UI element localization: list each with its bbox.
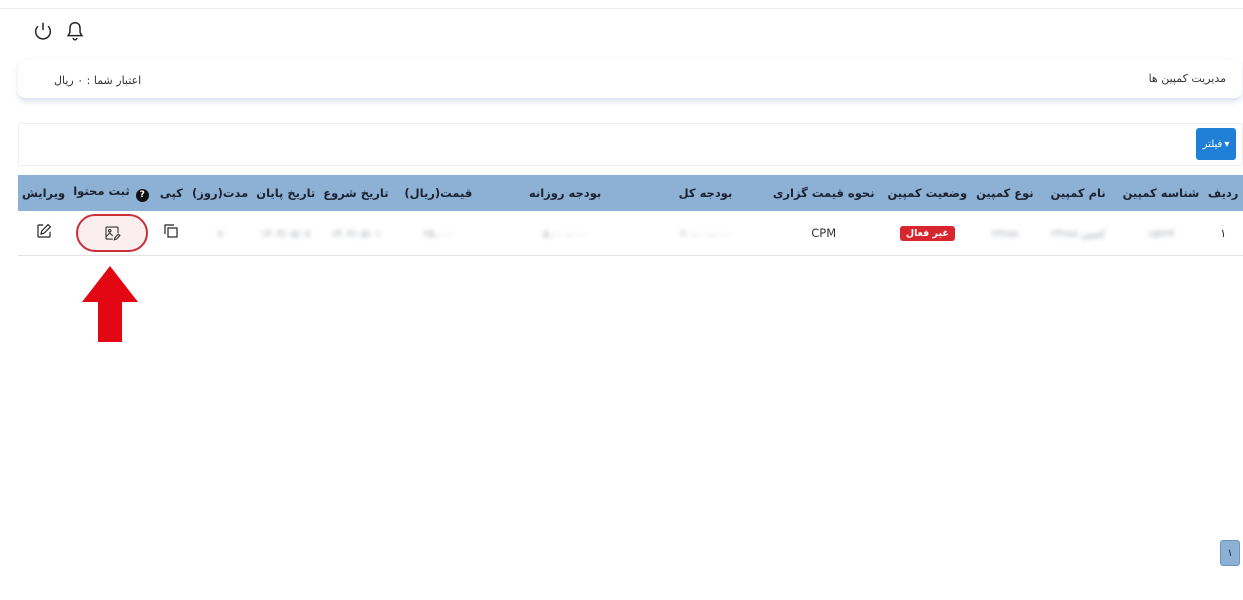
edit-icon[interactable]	[35, 222, 53, 240]
col-content: ? ثبت محتوا	[69, 175, 154, 211]
table-header-row: ردیف شناسه کمپین نام کمپین نوع کمپین وضع…	[18, 175, 1243, 211]
col-id: شناسه کمپین	[1122, 186, 1200, 200]
top-divider	[0, 8, 1243, 9]
credit-balance: اعتبار شما : ۰ ریال	[54, 74, 142, 87]
cell-type: ۲۳۶۸۸	[972, 211, 1038, 255]
cell-id-value: ۱۵۶۲۳	[1147, 228, 1175, 240]
col-duration: مدت(روز)	[192, 186, 249, 200]
filter-button[interactable]: فیلتر ▾	[1196, 128, 1236, 160]
image-edit-icon	[105, 226, 121, 241]
col-start-date: تاریخ شروع	[323, 186, 389, 200]
power-icon[interactable]	[32, 20, 54, 42]
cell-name-value: کمپین ۲۳۶۸۸	[1050, 228, 1106, 240]
cell-copy	[155, 211, 188, 255]
cell-duration: ۷	[188, 211, 252, 255]
col-pricing: نحوه قیمت گزاری	[772, 186, 875, 200]
page-title: مدیریت کمپین ها	[1148, 72, 1226, 85]
campaigns-table: ردیف شناسه کمپین نام کمپین نوع کمپین وضع…	[18, 175, 1243, 256]
cell-id: ۱۵۶۲۳	[1119, 211, 1204, 255]
cell-pricing: CPM	[811, 225, 837, 240]
cell-total-budget-value: ۲۰،۰۰۰،۰۰۰	[680, 228, 731, 240]
col-content-label: ثبت محتوا	[73, 184, 130, 199]
cell-name: کمپین ۲۳۶۸۸	[1038, 211, 1119, 255]
filter-bar: فیلتر ▾	[18, 123, 1243, 166]
help-icon[interactable]: ?	[135, 188, 149, 202]
copy-icon[interactable]	[162, 222, 180, 240]
cell-row: ۱	[1220, 225, 1227, 240]
status-badge: غیر فعال	[899, 225, 955, 241]
col-edit: ویرایش	[22, 186, 66, 200]
cell-daily-budget: ۵،۰۰۰،۰۰۰	[484, 211, 646, 255]
red-arrow-annotation	[82, 266, 138, 342]
cell-type-value: ۲۳۶۸۸	[991, 228, 1019, 240]
bell-icon[interactable]	[64, 20, 86, 42]
cell-edit	[18, 211, 69, 255]
cell-price: ۲۵،۰۰۰	[393, 211, 485, 255]
col-total-budget: بودجه کل	[678, 186, 733, 200]
cell-end-date: ۱۴۰۳/۰۵/۰۷	[252, 211, 319, 255]
cell-status: غیر فعال	[883, 211, 973, 255]
col-row: ردیف	[1207, 186, 1239, 200]
cell-end-date-value: ۱۴۰۳/۰۵/۰۷	[260, 228, 311, 240]
cell-start-date-value: ۱۴۰۳/۰۵/۰۱	[331, 228, 381, 240]
col-end-date: تاریخ پایان	[256, 186, 316, 200]
col-name: نام کمپین	[1050, 186, 1106, 200]
register-content-button[interactable]	[75, 213, 148, 252]
col-type: نوع کمپین	[976, 186, 1034, 200]
cell-duration-value: ۷	[217, 228, 223, 240]
header-card: مدیریت کمپین ها اعتبار شما : ۰ ریال	[18, 60, 1242, 100]
cell-price-value: ۲۵،۰۰۰	[423, 228, 454, 240]
caret-down-icon: ▾	[1224, 138, 1230, 150]
col-status: وضعیت کمپین	[887, 186, 968, 200]
cell-start-date: ۱۴۰۳/۰۵/۰۱	[319, 211, 392, 255]
col-daily-budget: بودجه روزانه	[528, 186, 602, 200]
filter-button-label: فیلتر	[1202, 138, 1223, 150]
col-copy: کپی	[159, 186, 183, 200]
cell-total-budget: ۲۰،۰۰۰،۰۰۰	[646, 211, 765, 255]
cell-daily-budget-value: ۵،۰۰۰،۰۰۰	[543, 228, 588, 240]
page-1-button[interactable]: ۱	[1220, 540, 1240, 566]
topbar	[32, 20, 86, 42]
col-price: قیمت(ریال)	[404, 186, 473, 200]
cell-content	[69, 211, 154, 255]
table-row: ۱ ۱۵۶۲۳ کمپین ۲۳۶۸۸ ۲۳۶۸۸ غیر فعال CPM ۲…	[18, 211, 1243, 255]
